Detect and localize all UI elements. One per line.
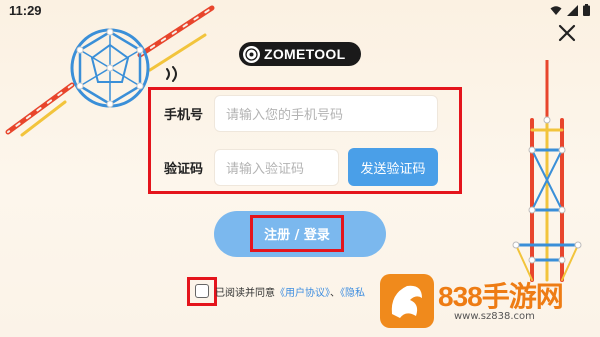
watermark-name: 838手游网 (438, 281, 564, 312)
signal-icon (567, 4, 578, 16)
watermark-url: www.sz838.com (454, 311, 535, 322)
phone-input[interactable]: 请输入您的手机号码 (214, 95, 438, 132)
agreement-text: 已阅读并同意《用户协议》、《隐私 (215, 284, 365, 299)
battery-icon (583, 4, 590, 16)
code-label: 验证码 (164, 162, 204, 177)
user-agreement-link[interactable]: 《用户协议》 (275, 288, 330, 299)
agreement-separator: 、 (330, 288, 340, 299)
phone-label: 手机号 (164, 108, 204, 123)
dragon-logo-icon (380, 274, 434, 328)
privacy-link[interactable]: 《隐私 (340, 288, 365, 299)
agreement-checkbox[interactable] (195, 284, 209, 298)
site-watermark: 838手游网 www.sz838.com (380, 271, 600, 337)
logo-ball-icon (243, 45, 260, 63)
wifi-icon (550, 5, 562, 15)
agreement-prefix: 已阅读并同意 (215, 288, 275, 299)
logo-text: ZOMETOOL (264, 46, 346, 62)
zometool-logo: ZOMETOOL (239, 42, 361, 66)
sound-icon[interactable] (163, 66, 183, 82)
status-icons (550, 4, 590, 16)
login-button-label[interactable]: 注册 / 登录 (250, 215, 344, 252)
send-code-button[interactable]: 发送验证码 (348, 148, 438, 186)
code-input[interactable]: 请输入验证码 (214, 149, 339, 186)
close-icon[interactable] (556, 22, 578, 44)
